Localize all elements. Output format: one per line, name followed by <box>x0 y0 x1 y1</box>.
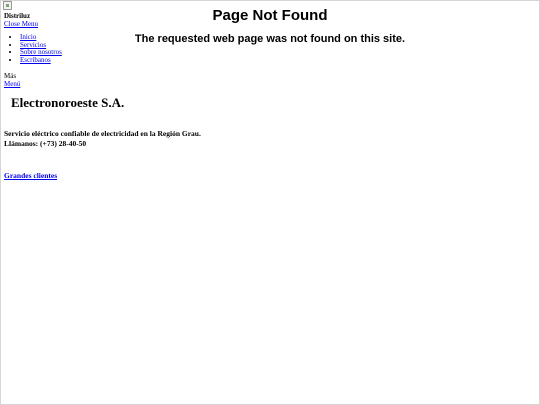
menu-link[interactable]: Menú <box>4 80 20 88</box>
error-message: The requested web page was not found on … <box>134 33 406 45</box>
site-sidebar: Distriluz Close Menu Inicio Servicios So… <box>4 12 134 88</box>
broken-logo-image <box>3 1 12 10</box>
clients-block: Grandes clientes <box>4 171 57 180</box>
brand-name: Distriluz <box>4 12 31 20</box>
error-title: Page Not Found <box>212 7 328 24</box>
clients-link[interactable]: Grandes clientes <box>4 171 57 180</box>
company-name: Electronoroeste S.A. <box>11 95 125 110</box>
main-nav: Inicio Servicios Sobre nosotros Escríban… <box>4 33 134 65</box>
company-tagline: Servicio eléctrico confiable de electric… <box>4 129 201 138</box>
more-block: Más Menú <box>4 72 134 88</box>
company-phone: Llámanos: (+73) 28-40-50 <box>4 138 87 148</box>
nav-link-escribanos[interactable]: Escríbanos <box>20 56 51 64</box>
nav-item-escribanos: Escríbanos <box>20 56 134 65</box>
company-info: Servicio eléctrico confiable de electric… <box>4 129 201 148</box>
close-menu-link[interactable]: Close Menu <box>4 20 134 28</box>
more-label: Más <box>4 72 17 80</box>
